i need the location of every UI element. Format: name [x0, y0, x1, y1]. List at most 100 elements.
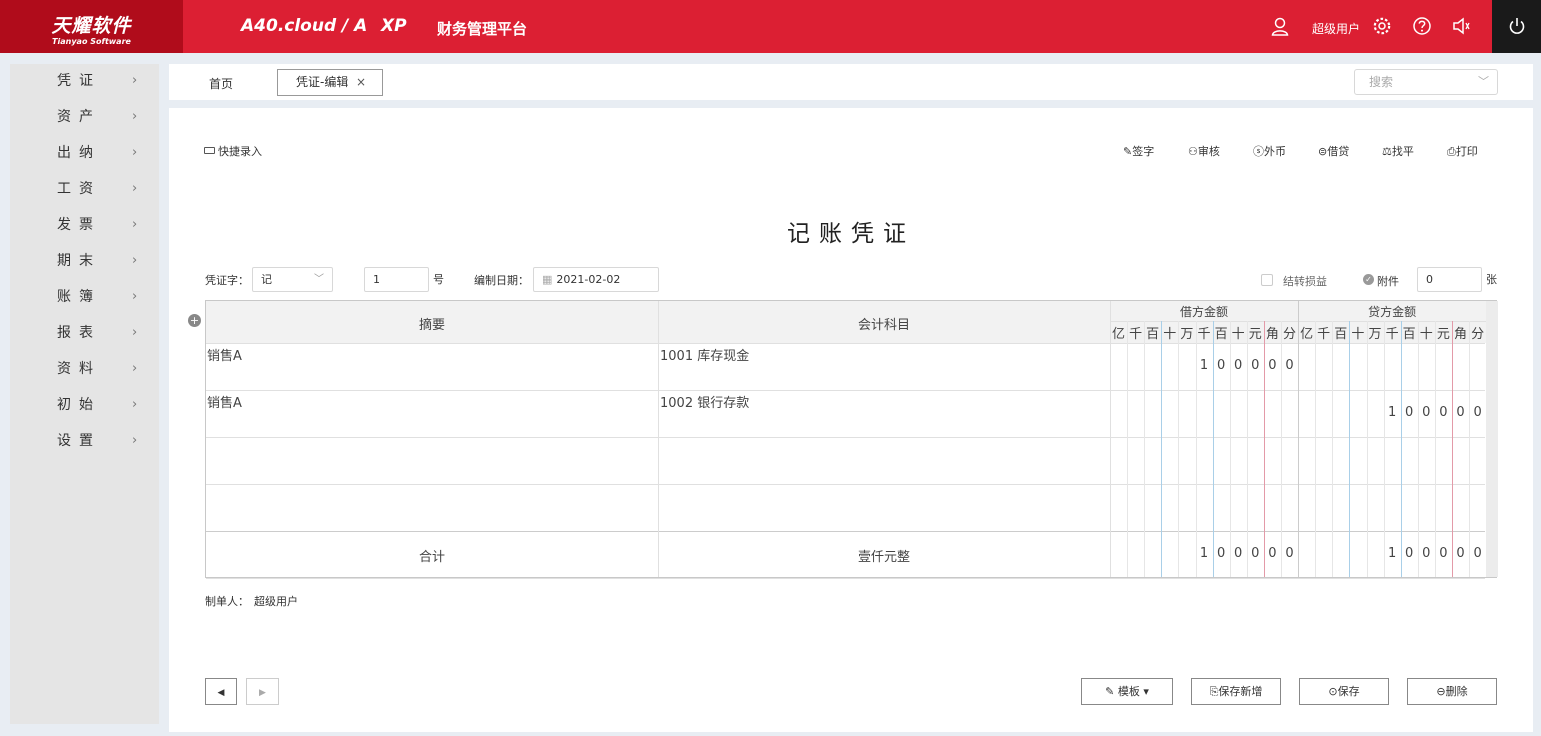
sidebar-item[interactable]: 资产 ›	[10, 100, 159, 136]
chevron-right-icon: ›	[132, 181, 138, 196]
voucher-number-input[interactable]: 1	[364, 267, 429, 292]
sidebar-item[interactable]: 发票 ›	[10, 208, 159, 244]
summary-cell[interactable]: 销售A	[207, 392, 647, 411]
debit-credit-label: 借贷	[1327, 145, 1350, 158]
account-cell[interactable]: 1002 银行存款	[660, 392, 1100, 411]
print-button[interactable]: ⎙打印	[1447, 143, 1478, 159]
tab-home[interactable]: 首页	[209, 75, 233, 92]
sidebar-item-label: 初始	[57, 397, 101, 413]
grid-line	[1469, 321, 1471, 577]
unit-label: 十	[1231, 327, 1245, 342]
power-button[interactable]	[1492, 0, 1541, 53]
save-label: 保存	[1337, 685, 1360, 698]
close-icon[interactable]: ×	[356, 70, 366, 95]
swap-icon: ⊜	[1318, 145, 1328, 158]
save-button[interactable]: ⊙保存	[1299, 678, 1389, 705]
amount-digit: 0	[1285, 358, 1294, 373]
person-icon: ⚇	[1188, 145, 1198, 158]
save-new-button[interactable]: ⎘保存新增	[1191, 678, 1281, 705]
balance-button[interactable]: ⚖找平	[1382, 143, 1414, 159]
print-label: 打印	[1455, 145, 1478, 158]
check-circle-icon: ⊙	[1328, 685, 1338, 698]
attachment-count-input[interactable]: 0	[1417, 267, 1482, 292]
chevron-down-icon: ﹀	[1478, 75, 1489, 88]
sidebar-item[interactable]: 期末 ›	[10, 244, 159, 280]
unit-label: 万	[1180, 327, 1194, 342]
gear-icon[interactable]	[1372, 16, 1392, 36]
unit-label: 万	[1368, 327, 1382, 342]
search-select[interactable]: 搜索 ﹀	[1354, 69, 1498, 95]
unit-label: 百	[1146, 327, 1160, 342]
save-new-label: 保存新增	[1218, 685, 1263, 698]
unit-label: 百	[1402, 327, 1416, 342]
sidebar-item-label: 工资	[57, 181, 101, 197]
date-input[interactable]: ▦ 2021-02-02	[533, 267, 659, 292]
prev-arrow-icon: ◀	[217, 688, 225, 698]
unit-label: 十	[1163, 327, 1177, 342]
grid-line	[1366, 321, 1368, 577]
sidebar-item-label: 账簿	[57, 289, 101, 305]
sign-button[interactable]: ✎签字	[1123, 143, 1154, 159]
voucher-number-suffix: 号	[433, 273, 444, 286]
voucher-word-select[interactable]: 记 ﹀	[252, 267, 333, 292]
help-icon[interactable]	[1412, 16, 1432, 36]
tab-voucher-edit[interactable]: 凭证-编辑 ×	[277, 69, 383, 96]
sidebar-item[interactable]: 账簿 ›	[10, 280, 159, 316]
tab-bar: 首页 凭证-编辑 × 搜索 ﹀	[169, 64, 1533, 100]
template-icon: ✎	[1105, 685, 1118, 698]
unit-label: 亿	[1111, 327, 1125, 342]
sidebar-item[interactable]: 设置 ›	[10, 424, 159, 460]
template-button[interactable]: ✎ 模板 ▾	[1081, 678, 1173, 705]
speaker-icon[interactable]	[1451, 16, 1471, 36]
grid-line	[1298, 301, 1300, 577]
amount-digit: 0	[1473, 405, 1482, 420]
account-cell[interactable]: 1001 库存现金	[660, 345, 1100, 364]
sidebar-item[interactable]: 出纳 ›	[10, 136, 159, 172]
quick-entry-button[interactable]: 快捷录入	[204, 143, 262, 159]
grid-line	[1417, 321, 1419, 577]
grid-line	[1110, 301, 1111, 577]
sidebar-item[interactable]: 初始 ›	[10, 388, 159, 424]
carry-profit-checkbox[interactable]	[1261, 274, 1273, 286]
amount-digit: 0	[1422, 546, 1431, 561]
sign-label: 签字	[1132, 145, 1155, 158]
amount-digit: 0	[1439, 546, 1448, 561]
maker-value: 超级用户	[254, 595, 298, 608]
next-voucher-button[interactable]: ▶	[246, 678, 279, 705]
total-words: 壹仟元整	[857, 550, 910, 565]
amount-digit: 0	[1405, 405, 1414, 420]
pen-icon: ✎	[1123, 145, 1133, 158]
amount-digit: 0	[1473, 546, 1482, 561]
sidebar-item[interactable]: 报表 ›	[10, 316, 159, 352]
delete-label: 删除	[1445, 685, 1468, 698]
balance-label: 找平	[1391, 145, 1414, 158]
sidebar-item[interactable]: 工资 ›	[10, 172, 159, 208]
edition-name: XP	[381, 16, 407, 36]
debit-credit-button[interactable]: ⊜借贷	[1318, 143, 1349, 159]
grid-line	[206, 531, 1485, 532]
summary-cell[interactable]: 销售A	[207, 345, 647, 364]
keyboard-icon	[204, 147, 215, 154]
user-name-label[interactable]: 超级用户	[1312, 20, 1360, 37]
unit-label: 角	[1453, 327, 1467, 342]
grid-line	[1161, 321, 1163, 577]
unit-label: 十	[1419, 327, 1433, 342]
grid-line	[1178, 321, 1180, 577]
grid-scrollbar[interactable]	[1486, 301, 1499, 577]
amount-digit: 0	[1439, 405, 1448, 420]
scale-icon: ⚖	[1382, 145, 1392, 158]
amount-digit: 0	[1216, 358, 1226, 373]
audit-button[interactable]: ⚇审核	[1188, 143, 1220, 159]
user-icon[interactable]	[1270, 16, 1290, 36]
prev-voucher-button[interactable]: ◀	[205, 678, 237, 705]
chevron-right-icon: ›	[132, 289, 138, 304]
grid-line	[1400, 321, 1402, 577]
foreign-currency-button[interactable]: ⓢ外币	[1253, 143, 1286, 159]
grid-line	[1349, 321, 1351, 577]
top-bar: 天耀软件 Tianyao Software A40.cloud / A XP 财…	[0, 0, 1541, 53]
sidebar-item[interactable]: 资料 ›	[10, 352, 159, 388]
delete-button[interactable]: ⊖删除	[1407, 678, 1497, 705]
sidebar-item[interactable]: 凭证 ›	[10, 64, 159, 100]
voucher-panel: 快捷录入 ✎签字 ⚇审核 ⓢ外币 ⊜借贷 ⚖找平 ⎙打印 记账凭证 凭证字： 记…	[169, 108, 1533, 732]
add-row-icon[interactable]: +	[188, 314, 201, 327]
